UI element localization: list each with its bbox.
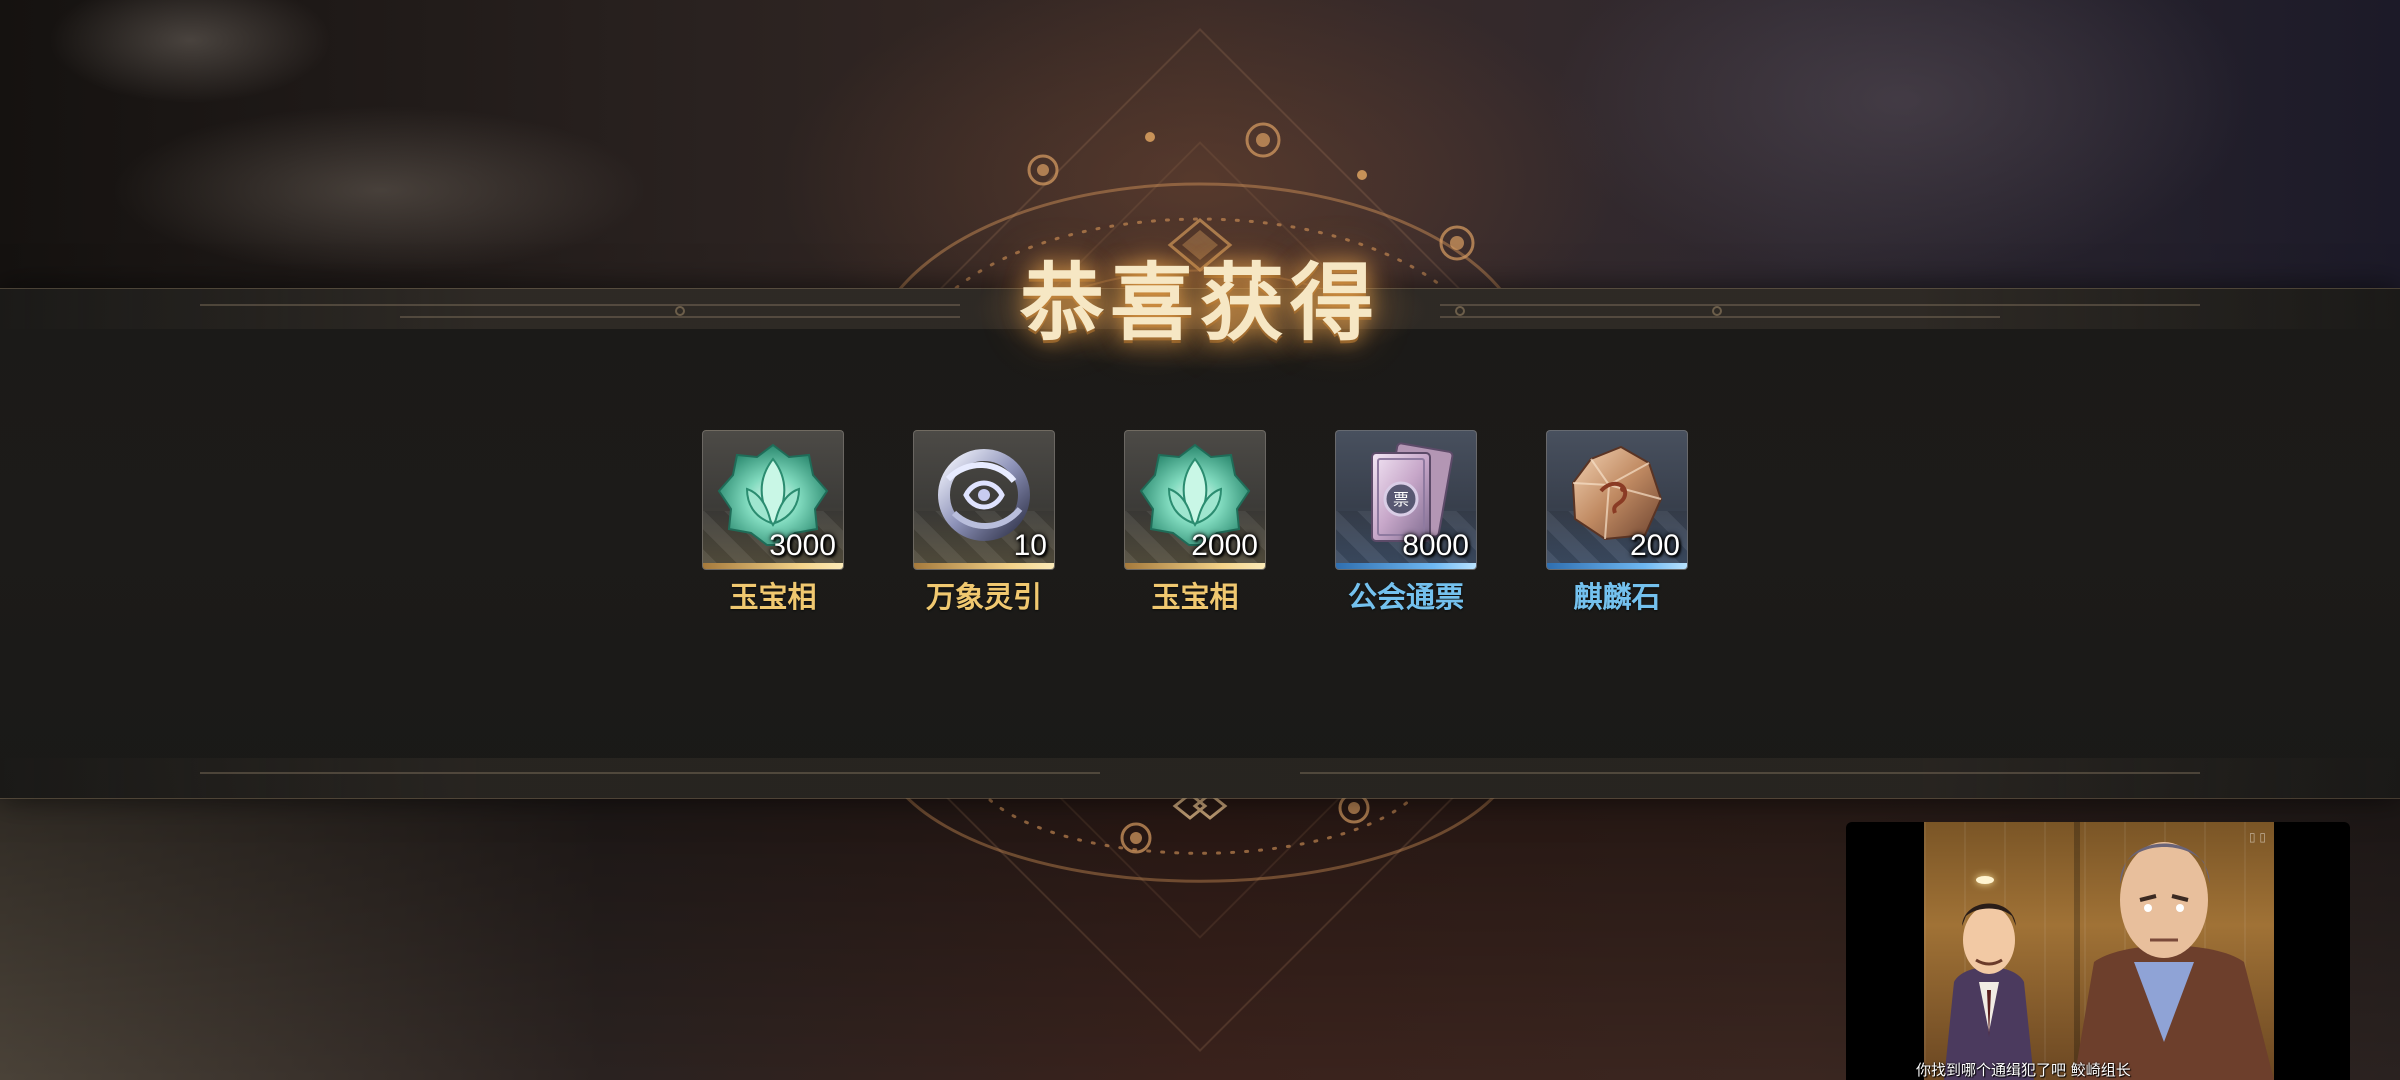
reward-list: 3000 玉宝相 10 万象灵引 2000 玉宝相 票 8000 公会通票 20… — [702, 430, 1702, 614]
reward-item[interactable]: 2000 玉宝相 — [1124, 430, 1266, 616]
picture-in-picture-video[interactable]: ▯ ▯ 你找到哪个通缉犯了吧 鲛崎组长 — [1846, 822, 2350, 1080]
bottom-arc-ornament — [898, 789, 1502, 883]
reward-item[interactable]: 200 麒麟石 — [1546, 430, 1688, 616]
reward-frame[interactable]: 票 8000 — [1335, 430, 1477, 570]
banner-bottom-edge — [0, 758, 2400, 799]
reward-frame[interactable]: 200 — [1546, 430, 1688, 570]
reward-item[interactable]: 10 万象灵引 — [913, 430, 1055, 616]
video-subtitle: 你找到哪个通缉犯了吧 鲛崎组长 — [1916, 1061, 2131, 1079]
reward-name: 麒麟石 — [1573, 580, 1661, 614]
reward-count: 8000 — [1402, 529, 1469, 562]
cartoon-characters — [1944, 842, 2274, 1080]
reward-count: 2000 — [1191, 529, 1258, 562]
reward-count: 10 — [1013, 529, 1047, 562]
reward-name: 万象灵引 — [925, 580, 1042, 614]
reward-count: 200 — [1629, 529, 1680, 562]
reward-name: 公会通票 — [1347, 580, 1464, 614]
reward-item[interactable]: 3000 玉宝相 — [702, 430, 844, 616]
reward-frame[interactable]: 3000 — [702, 430, 844, 570]
reward-count: 3000 — [769, 529, 836, 562]
reward-name: 玉宝相 — [729, 580, 817, 614]
video-watermark: ▯ ▯ — [2248, 830, 2266, 844]
page-title: 恭喜获得 — [1019, 253, 1380, 352]
video-frame[interactable]: ▯ ▯ — [1924, 822, 2274, 1080]
reward-name: 玉宝相 — [1151, 580, 1239, 614]
reward-item[interactable]: 票 8000 公会通票 — [1335, 430, 1477, 616]
reward-frame[interactable]: 10 — [913, 430, 1055, 570]
reward-frame[interactable]: 2000 — [1124, 430, 1266, 570]
svg-text:票: 票 — [1393, 490, 1409, 509]
